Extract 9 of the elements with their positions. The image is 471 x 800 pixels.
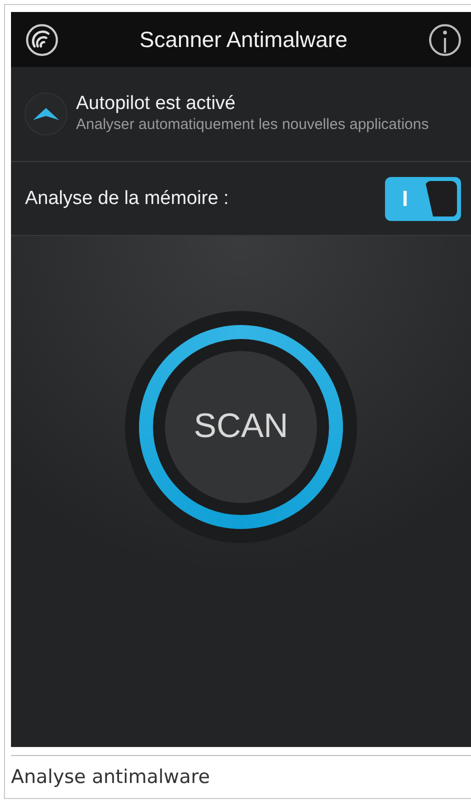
logo-icon[interactable]: [25, 22, 59, 56]
autopilot-description: Analyser automatiquement les nouvelles applications: [76, 115, 429, 135]
info-icon[interactable]: [428, 22, 462, 56]
figure-caption: Analyse antimalware: [11, 755, 471, 788]
autopilot-icon: [24, 92, 68, 136]
scan-button[interactable]: SCAN: [153, 338, 329, 514]
app-title: Scanner Antimalware: [140, 26, 348, 52]
autopilot-title: Autopilot est activé: [76, 93, 236, 115]
memory-scan-label: Analyse de la mémoire :: [25, 188, 229, 210]
